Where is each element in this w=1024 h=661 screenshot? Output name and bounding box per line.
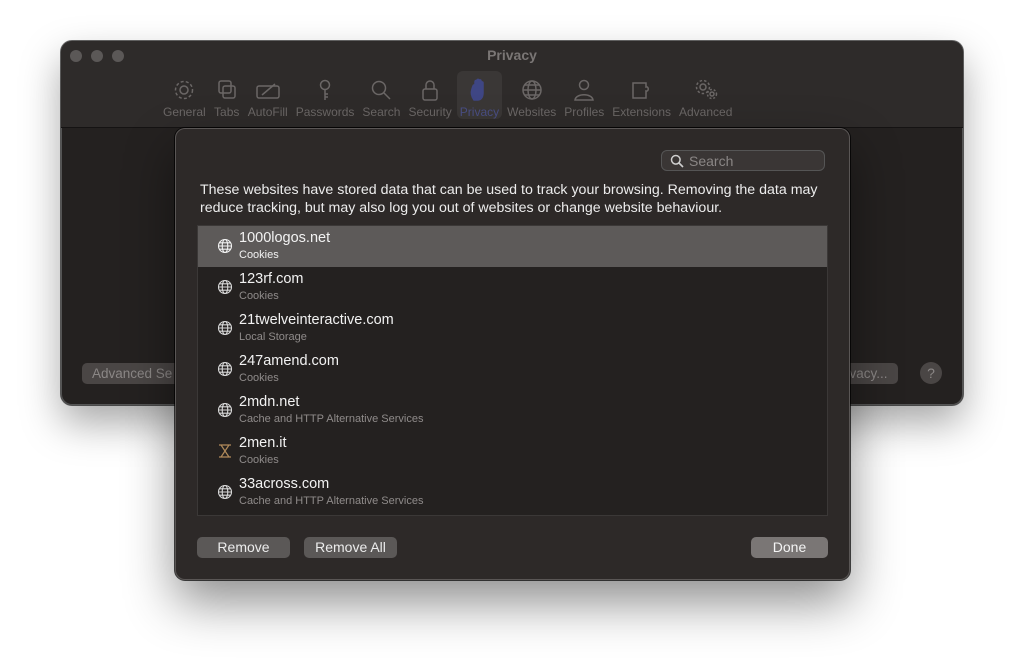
site-name: 33across.com <box>239 476 330 492</box>
list-item[interactable]: 1000logos.net Cookies <box>198 226 827 267</box>
tab-security[interactable]: Security <box>405 71 454 119</box>
globe-icon <box>217 484 233 500</box>
preferences-tabs: General Tabs AutoFill Passwords Search S… <box>159 71 736 121</box>
done-button[interactable]: Done <box>751 537 828 558</box>
site-name: 247amend.com <box>239 353 339 369</box>
website-data-sheet: These websites have stored data that can… <box>175 128 850 580</box>
gear-icon <box>171 78 197 102</box>
list-item[interactable]: 2men.it Cookies <box>198 431 827 472</box>
sheet-description: These websites have stored data that can… <box>200 182 818 216</box>
site-name: 2men.it <box>239 435 287 451</box>
site-data-kind: Cookies <box>239 249 279 261</box>
tab-extensions[interactable]: Extensions <box>609 71 674 119</box>
tabs-icon <box>214 78 240 102</box>
site-name: 1000logos.net <box>239 230 331 246</box>
search-icon <box>368 78 394 102</box>
list-item[interactable]: 123rf.com Cookies <box>198 267 827 308</box>
window-toolbar: Privacy General Tabs AutoFill Passwords … <box>61 41 963 128</box>
tab-profiles[interactable]: Profiles <box>561 71 607 119</box>
tab-privacy[interactable]: Privacy <box>456 71 503 119</box>
site-name: 123rf.com <box>239 271 304 287</box>
list-item[interactable]: 247amend.com Cookies <box>198 349 827 390</box>
remove-all-button[interactable]: Remove All <box>304 537 397 558</box>
site-data-kind: Cookies <box>239 290 279 302</box>
site-name: 2mdn.net <box>239 394 300 410</box>
puzzle-icon <box>629 78 655 102</box>
globe-icon <box>519 78 545 102</box>
help-button[interactable]: ? <box>920 362 942 384</box>
list-item[interactable]: 33across.com Cache and HTTP Alternative … <box>198 472 827 513</box>
autofill-icon <box>255 78 281 102</box>
search-field[interactable] <box>661 150 825 171</box>
tab-advanced[interactable]: Advanced <box>676 71 735 119</box>
site-data-kind: Cache and HTTP Alternative Services <box>239 413 424 425</box>
tab-passwords[interactable]: Passwords <box>293 71 358 119</box>
person-icon <box>571 78 597 102</box>
site-data-kind: Cookies <box>239 454 279 466</box>
site-data-kind: Cache and HTTP Alternative Services <box>239 495 424 507</box>
site-favicon-icon <box>217 443 233 459</box>
site-data-kind: Local Storage <box>239 331 307 343</box>
globe-icon <box>217 361 233 377</box>
key-icon <box>312 78 338 102</box>
site-data-kind: Cookies <box>239 372 279 384</box>
globe-icon <box>217 238 233 254</box>
tab-search[interactable]: Search <box>359 71 403 119</box>
globe-icon <box>217 279 233 295</box>
website-list[interactable]: 1000logos.net Cookies 123rf.com Cookies … <box>197 225 828 516</box>
tab-websites[interactable]: Websites <box>504 71 559 119</box>
tab-tabs[interactable]: Tabs <box>211 71 243 119</box>
search-icon <box>670 154 684 168</box>
hand-icon <box>466 78 492 102</box>
gears-icon <box>693 78 719 102</box>
lock-icon <box>417 78 443 102</box>
list-item[interactable]: 21twelveinteractive.com Local Storage <box>198 308 827 349</box>
remove-button[interactable]: Remove <box>197 537 290 558</box>
site-name: 21twelveinteractive.com <box>239 312 394 328</box>
search-input[interactable] <box>689 152 819 169</box>
window-title: Privacy <box>487 47 537 63</box>
tab-autofill[interactable]: AutoFill <box>245 71 291 119</box>
globe-icon <box>217 402 233 418</box>
globe-icon <box>217 320 233 336</box>
tab-general[interactable]: General <box>160 71 209 119</box>
list-item[interactable]: 2mdn.net Cache and HTTP Alternative Serv… <box>198 390 827 431</box>
